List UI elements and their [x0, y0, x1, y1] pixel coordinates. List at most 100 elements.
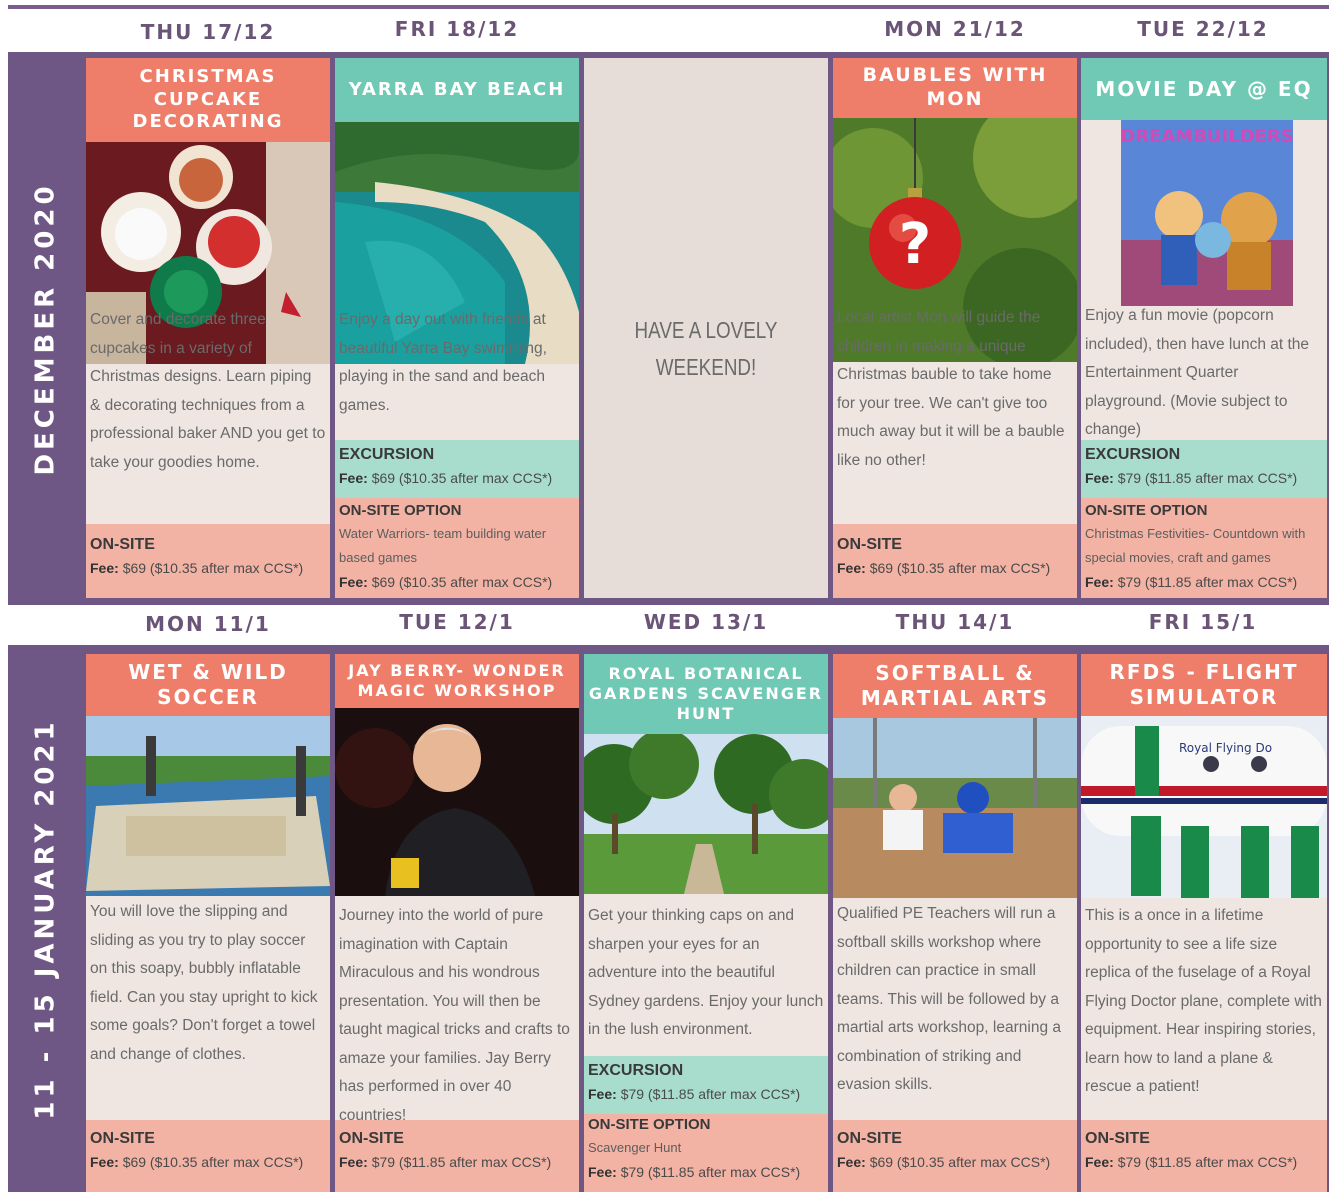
- activity-title: CHRISTMAS CUPCAKE DECORATING: [86, 58, 330, 142]
- fee-label: Fee:: [1085, 574, 1114, 590]
- activity-card: RFDS - FLIGHT SIMULATOR Royal Flying Do …: [1081, 654, 1327, 1192]
- activity-title: SOFTBALL & MARTIAL ARTS: [833, 654, 1077, 718]
- fee-value: $79 ($11.85 after max CCS*): [620, 1164, 801, 1180]
- top-rule: [8, 5, 1329, 9]
- onsite-option-box: ON-SITE OPTION Scavenger Hunt Fee: $79 (…: [584, 1114, 828, 1192]
- activity-description: Qualified PE Teachers will run a softbal…: [837, 905, 1061, 1093]
- activity-description: You will love the slipping and sliding a…: [90, 903, 318, 1063]
- activity-description: Get your thinking caps on and sharpen yo…: [588, 907, 824, 1038]
- fee-box: ON-SITE Fee: $69 ($10.35 after max CCS*): [86, 524, 330, 598]
- weekend-card: HAVE A LOVELY WEEKEND!: [584, 58, 828, 598]
- fee-box: ON-SITE Fee: $69 ($10.35 after max CCS*): [833, 524, 1077, 598]
- fee-value: $69 ($10.35 after max CCS*): [122, 560, 304, 576]
- activity-description: Journey into the world of pure imaginati…: [339, 907, 570, 1124]
- fee-type: ON-SITE: [90, 536, 155, 553]
- plane-text: Royal Flying Do: [1179, 741, 1272, 755]
- fee-value: $69 ($10.35 after max CCS*): [869, 560, 1051, 576]
- fee-box: ON-SITE Fee: $69 ($10.35 after max CCS*): [86, 1120, 330, 1192]
- day-header: WED 13/1: [643, 610, 769, 634]
- excursion-box: EXCURSION Fee: $79 ($11.85 after max CCS…: [1081, 440, 1327, 498]
- fee-value: $69 ($10.35 after max CCS*): [122, 1154, 304, 1170]
- fee-label: Fee:: [1085, 1154, 1114, 1170]
- activity-card: BAUBLES WITH MON ? Local artist Mon will…: [833, 58, 1077, 598]
- activity-card: YARRA BAY BEACH Enjoy a day out with fri…: [335, 58, 579, 598]
- fee-type: ON-SITE: [837, 1130, 902, 1147]
- fee-label: Fee:: [588, 1086, 617, 1102]
- excursion-label: EXCURSION: [588, 1062, 684, 1079]
- activity-title: MOVIE DAY @ EQ: [1081, 58, 1327, 120]
- fee-label: Fee:: [90, 1154, 119, 1170]
- fee-box: ON-SITE Fee: $79 ($11.85 after max CCS*): [1081, 1120, 1327, 1192]
- day-header: MON 21/12: [884, 17, 1026, 41]
- activity-title: JAY BERRY- WONDER MAGIC WORKSHOP: [335, 654, 579, 708]
- activity-card: CHRISTMAS CUPCAKE DECORATING Cover and d…: [86, 58, 330, 598]
- activity-description: Local artist Mon will guide the children…: [837, 309, 1065, 469]
- activity-description: This is a once in a lifetime opportunity…: [1085, 907, 1322, 1095]
- week-label: DECEMBER 2020: [31, 181, 62, 476]
- fee-label: Fee:: [339, 1154, 368, 1170]
- fee-label: Fee:: [1085, 470, 1114, 486]
- option-description: Water Warriors- team building water base…: [339, 526, 547, 565]
- fee-value: $69 ($10.35 after max CCS*): [371, 574, 553, 590]
- day-header: FRI 18/12: [394, 17, 520, 41]
- activity-card: SOFTBALL & MARTIAL ARTS Qualified PE Tea…: [833, 654, 1077, 1192]
- day-header: TUE 12/1: [399, 610, 515, 634]
- fee-label: Fee:: [837, 560, 866, 576]
- weekend-message: HAVE A LOVELY WEEKEND!: [634, 317, 778, 380]
- onsite-option-box: ON-SITE OPTION Christmas Festivities- Co…: [1081, 498, 1327, 598]
- soccer-photo: [86, 716, 330, 896]
- fee-label: Fee:: [588, 1164, 617, 1180]
- activity-title: WET & WILD SOCCER: [86, 654, 330, 716]
- fee-value: $69 ($10.35 after max CCS*): [869, 1154, 1051, 1170]
- option-label: ON-SITE OPTION: [588, 1116, 711, 1133]
- activity-description: Enjoy a day out with friends at beautifu…: [339, 311, 547, 414]
- activity-card: ROYAL BOTANICAL GARDENS SCAVENGER HUNT G…: [584, 654, 828, 1192]
- option-description: Christmas Festivities- Countdown with sp…: [1085, 526, 1306, 565]
- fee-value: $79 ($11.85 after max CCS*): [371, 1154, 552, 1170]
- day-header: THU 17/12: [140, 20, 276, 44]
- fee-label: Fee:: [837, 1154, 866, 1170]
- excursion-label: EXCURSION: [1085, 446, 1181, 463]
- day-header: THU 14/1: [895, 610, 1015, 634]
- fee-value: $69 ($10.35 after max CCS*): [371, 470, 553, 486]
- fee-type: ON-SITE: [90, 1130, 155, 1147]
- gardens-photo: [584, 734, 828, 894]
- fee-value: $79 ($11.85 after max CCS*): [1117, 1154, 1298, 1170]
- day-header: MON 11/1: [145, 612, 271, 636]
- fee-box: ON-SITE Fee: $69 ($10.35 after max CCS*): [833, 1120, 1077, 1192]
- excursion-label: EXCURSION: [339, 446, 435, 463]
- activity-card: MOVIE DAY @ EQ DREAMBUILDERS Enjoy a fun…: [1081, 58, 1327, 598]
- poster-title: DREAMBUILDERS: [1121, 126, 1293, 147]
- activity-card: JAY BERRY- WONDER MAGIC WORKSHOP Journey…: [335, 654, 579, 1192]
- activity-description: Cover and decorate three cupcakes in a v…: [90, 311, 326, 471]
- fee-type: ON-SITE: [1085, 1130, 1150, 1147]
- rfds-plane-photo: Royal Flying Do: [1081, 716, 1327, 898]
- day-header: FRI 15/1: [1148, 610, 1258, 634]
- day-header: TUE 22/12: [1137, 17, 1269, 41]
- onsite-option-box: ON-SITE OPTION Water Warriors- team buil…: [335, 498, 579, 598]
- fee-label: Fee:: [339, 470, 368, 486]
- week-label: 11 - 15 JANUARY 2021: [31, 717, 62, 1120]
- activity-title: RFDS - FLIGHT SIMULATOR: [1081, 654, 1327, 716]
- softball-photo: [833, 718, 1077, 898]
- activity-description: Enjoy a fun movie (popcorn included), th…: [1085, 307, 1310, 438]
- fee-label: Fee:: [90, 560, 119, 576]
- fee-value: $79 ($11.85 after max CCS*): [1117, 574, 1298, 590]
- excursion-box: EXCURSION Fee: $79 ($11.85 after max CCS…: [584, 1056, 828, 1114]
- fee-type: ON-SITE: [339, 1130, 404, 1147]
- activity-title: BAUBLES WITH MON: [833, 58, 1077, 118]
- option-description: Scavenger Hunt: [588, 1140, 682, 1155]
- fee-value: $79 ($11.85 after max CCS*): [620, 1086, 801, 1102]
- activity-card: WET & WILD SOCCER You will love the slip…: [86, 654, 330, 1192]
- option-label: ON-SITE OPTION: [339, 502, 462, 519]
- activity-title: ROYAL BOTANICAL GARDENS SCAVENGER HUNT: [584, 654, 828, 734]
- fee-type: ON-SITE: [837, 536, 902, 553]
- movie-poster: DREAMBUILDERS: [1121, 120, 1293, 306]
- option-label: ON-SITE OPTION: [1085, 502, 1208, 519]
- magician-photo: [335, 708, 579, 896]
- svg-text:?: ?: [899, 212, 931, 277]
- fee-value: $79 ($11.85 after max CCS*): [1117, 470, 1298, 486]
- fee-label: Fee:: [339, 574, 368, 590]
- fee-box: ON-SITE Fee: $79 ($11.85 after max CCS*): [335, 1120, 579, 1192]
- excursion-box: EXCURSION Fee: $69 ($10.35 after max CCS…: [335, 440, 579, 498]
